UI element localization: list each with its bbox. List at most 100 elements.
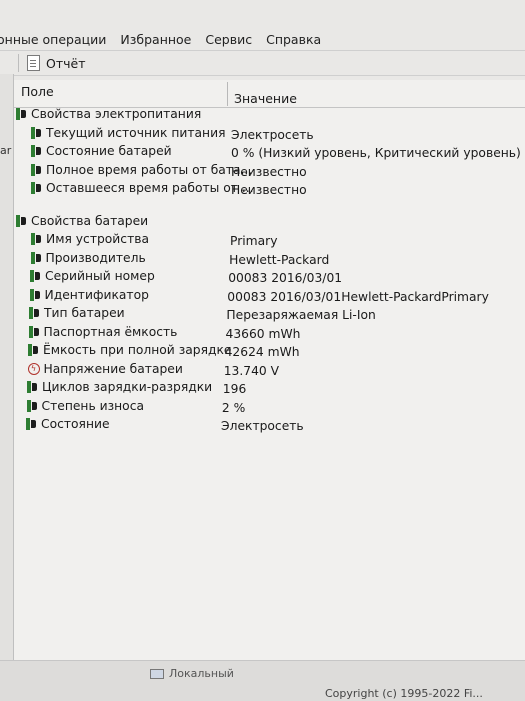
property-name-text: Тип батареи: [44, 306, 125, 320]
status-copyright: Copyright (c) 1995-2022 Fi...: [325, 687, 483, 700]
navigation-pane-fragment: ar: [0, 144, 12, 157]
group-title: Свойства батареи: [31, 213, 149, 228]
property-name: Производитель: [30, 250, 146, 265]
property-value: 2 %: [221, 400, 246, 415]
property-name: Имя устройства: [31, 232, 149, 246]
power-plug-icon: [31, 163, 43, 177]
property-row[interactable]: Полное время работы от бата... Неизвестно: [14, 162, 525, 181]
power-plug-icon: [31, 144, 43, 158]
report-button[interactable]: Отчёт: [27, 55, 85, 71]
property-name: Ёмкость при полной зарядке: [28, 343, 231, 357]
status-local-label: Локальный: [169, 667, 234, 680]
report-button-label: Отчёт: [46, 55, 86, 71]
property-list: Свойства электропитания Текущий источник …: [14, 106, 525, 435]
menu-item-operations[interactable]: онные операции: [0, 32, 106, 47]
property-value: Неизвестно: [231, 164, 307, 179]
column-divider[interactable]: [227, 82, 228, 106]
property-value: 00083 2016/03/01: [228, 271, 343, 285]
property-row[interactable]: ϟ Напряжение батареи 13.740 V: [14, 361, 525, 380]
property-name: Серийный номер: [30, 269, 155, 283]
column-header: Поле Значение: [14, 80, 525, 108]
property-name-text: Паспортная ёмкость: [43, 324, 178, 339]
property-name-text: Степень износа: [41, 398, 145, 413]
menu-item-favorites[interactable]: Избранное: [120, 32, 191, 47]
power-plug-icon: [28, 325, 41, 339]
property-name: ϟ Напряжение батареи: [27, 361, 183, 376]
property-name-text: Оставшееся время работы от ...: [46, 181, 254, 195]
property-name-text: Состояние: [41, 417, 110, 431]
property-row[interactable]: Циклов зарядки-разрядки 196: [14, 379, 525, 398]
property-value: 0 % (Низкий уровень, Критический уровень…: [231, 146, 521, 160]
property-name: Текущий источник питания: [31, 126, 226, 140]
property-row[interactable]: Тип батареи Перезаряжаемая Li-Ion: [14, 305, 525, 324]
power-plug-icon: [31, 232, 43, 246]
property-name: Тип батареи: [29, 306, 125, 320]
property-value: Электросеть: [231, 127, 314, 142]
status-bar: Локальный Copyright (c) 1995-2022 Fi...: [0, 660, 525, 701]
menu-item-help[interactable]: Справка: [266, 32, 321, 47]
column-field-header[interactable]: Поле: [21, 84, 54, 99]
property-row[interactable]: Производитель Hewlett-Packard: [14, 250, 525, 269]
property-name-text: Напряжение батареи: [43, 361, 183, 376]
property-name-text: Циклов зарядки-разрядки: [42, 380, 213, 394]
property-name: Состояние: [26, 417, 110, 431]
property-value: 43660 mWh: [225, 326, 301, 341]
property-name-text: Ёмкость при полной зарядке: [43, 343, 232, 357]
property-name-text: Серийный номер: [45, 269, 155, 283]
power-plug-icon: [30, 269, 42, 283]
power-plug-icon: [26, 399, 39, 413]
toolbar: Отчёт: [0, 50, 525, 76]
group-title: Свойства электропитания: [31, 107, 202, 121]
property-name: Полное время работы от бата...: [31, 163, 252, 177]
property-row[interactable]: Состояние батарей 0 % (Низкий уровень, Кр…: [14, 143, 525, 162]
property-value: Электросеть: [221, 419, 304, 433]
power-plug-icon: [31, 126, 43, 140]
group-header-name: Свойства электропитания: [16, 107, 201, 121]
property-value: 13.740 V: [223, 363, 280, 378]
navigation-pane[interactable]: ar: [0, 74, 14, 660]
property-row[interactable]: Идентификатор 00083 2016/03/01Hewlett-Pac…: [14, 287, 525, 306]
property-value: Hewlett-Packard: [229, 252, 330, 267]
power-plug-icon: [16, 107, 28, 121]
property-row[interactable]: Степень износа 2 %: [14, 398, 525, 417]
group-header-name: Свойства батареи: [16, 214, 148, 228]
property-value: 196: [222, 382, 247, 396]
group-header[interactable]: Свойства электропитания: [14, 106, 525, 125]
property-name-text: Имя устройства: [46, 232, 150, 246]
property-name-text: Полное время работы от бата...: [46, 162, 253, 177]
status-local: Локальный: [150, 667, 234, 680]
property-row[interactable]: Имя устройства Primary: [14, 231, 525, 250]
property-row[interactable]: Состояние Электросеть: [14, 416, 525, 435]
property-name: Идентификатор: [29, 287, 149, 302]
details-panel: Поле Значение Свойства электропитания Тек…: [14, 80, 525, 660]
power-plug-icon: [29, 288, 42, 302]
menu-bar: онные операции Избранное Сервис Справка: [0, 28, 525, 50]
toolbar-separator: [18, 54, 19, 72]
column-value-header[interactable]: Значение: [234, 91, 297, 106]
computer-icon: [150, 668, 164, 679]
property-name: Оставшееся время работы от ...: [31, 181, 254, 195]
property-value: Primary: [230, 234, 278, 248]
property-name: Степень износа: [26, 398, 145, 413]
power-plug-icon: [30, 251, 43, 265]
power-plug-icon: [27, 380, 39, 394]
property-value: 42624 mWh: [224, 345, 300, 359]
power-plug-icon: [29, 306, 41, 320]
property-row[interactable]: Ёмкость при полной зарядке 42624 mWh: [14, 342, 525, 361]
property-row[interactable]: Текущий источник питания Электросеть: [14, 125, 525, 144]
power-plug-icon: [16, 214, 28, 228]
voltage-icon: ϟ: [27, 362, 40, 375]
property-value: 00083 2016/03/01Hewlett-PackardPrimary: [227, 289, 489, 304]
group-header[interactable]: Свойства батареи: [14, 213, 525, 232]
property-row[interactable]: Серийный номер 00083 2016/03/01: [14, 268, 525, 287]
power-plug-icon: [28, 343, 40, 357]
property-value: Перезаряжаемая Li-Ion: [226, 308, 376, 322]
property-name-text: Производитель: [45, 250, 146, 265]
property-name-text: Состояние батарей: [46, 144, 172, 158]
property-name-text: Идентификатор: [44, 287, 149, 302]
property-row[interactable]: Оставшееся время работы от ... Неизвестно: [14, 180, 525, 199]
property-value: Неизвестно: [231, 183, 307, 197]
property-row[interactable]: Паспортная ёмкость 43660 mWh: [14, 324, 525, 343]
menu-item-service[interactable]: Сервис: [205, 32, 252, 47]
